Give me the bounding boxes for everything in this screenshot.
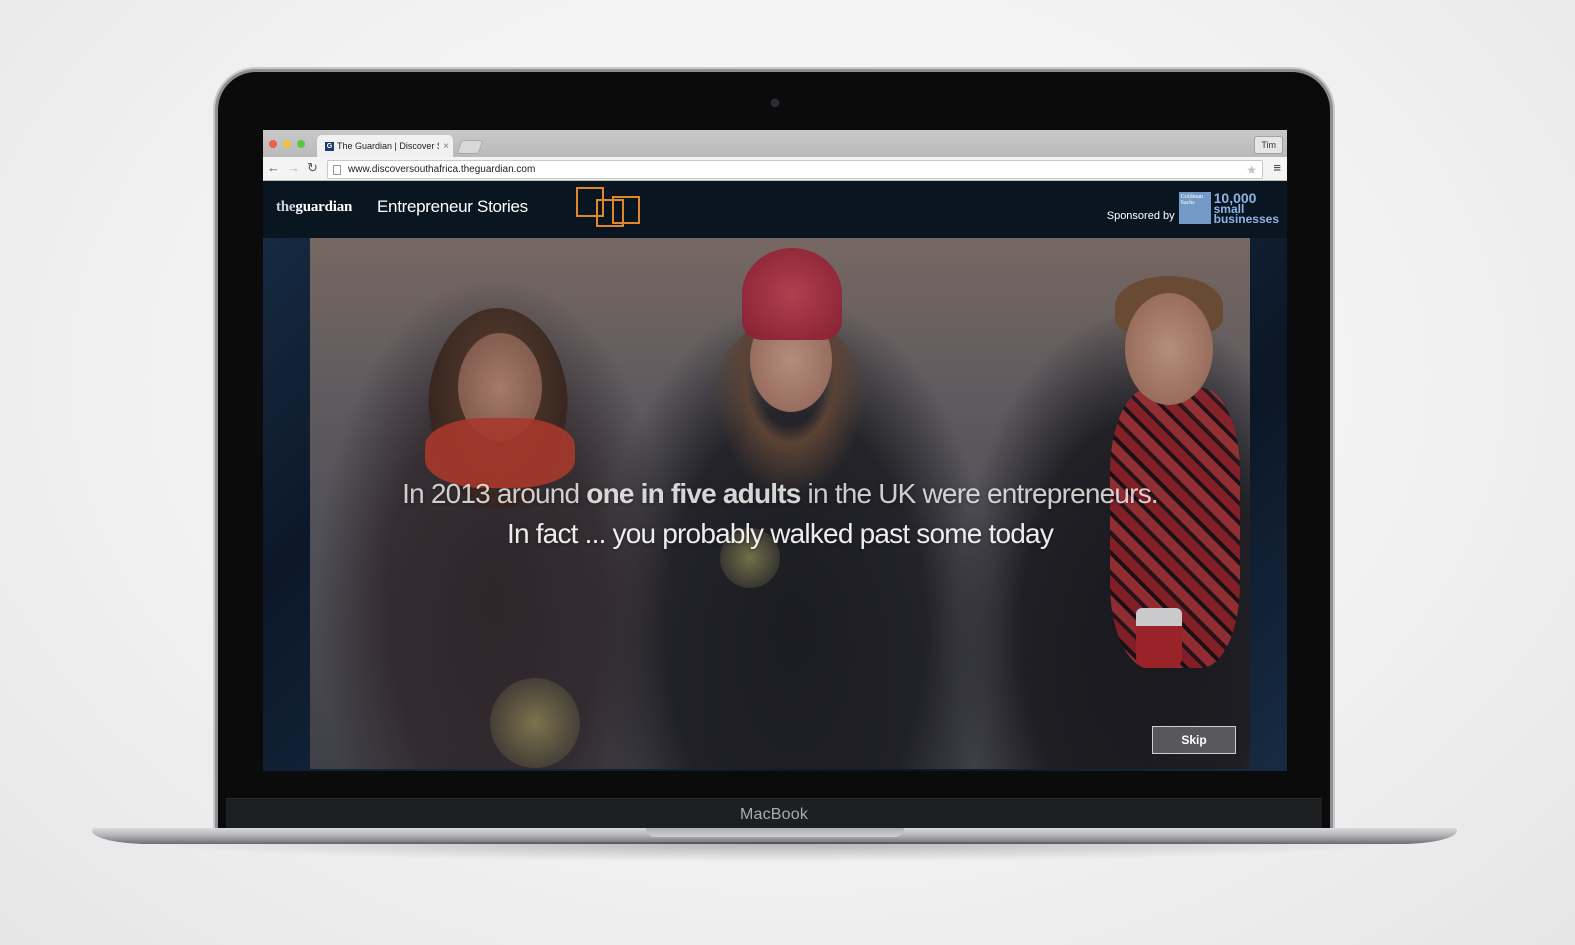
menu-icon[interactable]: ≡: [1273, 161, 1281, 175]
sponsor-line-3: businesses: [1213, 212, 1279, 226]
intro-video[interactable]: In 2013 around one in five adults in the…: [310, 238, 1250, 769]
page-icon: [333, 164, 341, 175]
browser-window: G The Guardian | Discover S × Tim ← → ↻ …: [263, 130, 1287, 771]
guardian-favicon-icon: G: [325, 141, 334, 151]
tab-bar: G The Guardian | Discover S × Tim: [263, 130, 1287, 157]
goldman-sachs-logo: Goldman Sachs: [1178, 192, 1211, 224]
url-text[interactable]: www.discoversouthafrica.theguardian.com: [348, 164, 1246, 175]
tab-title: The Guardian | Discover S: [337, 141, 439, 151]
macbook-label: MacBook: [739, 806, 809, 823]
caption-text: in the UK were entrepreneurs.: [800, 478, 1159, 509]
caption-emphasis: one in five adults: [586, 478, 801, 509]
close-window-button[interactable]: [269, 140, 277, 148]
video-caption-line-2: In fact ... you probably walked past som…: [506, 518, 1054, 549]
site-page: theguardian Entrepreneur Stories Sponsor…: [263, 181, 1287, 771]
browser-tab[interactable]: G The Guardian | Discover S ×: [317, 135, 453, 157]
maximize-window-button[interactable]: [297, 140, 305, 148]
laptop-hinge-notch: [646, 828, 904, 837]
sponsor-block[interactable]: Sponsored by Goldman Sachs 10,000 small …: [1106, 191, 1279, 226]
laptop-bezel: MacBook: [226, 798, 1322, 831]
star-icon[interactable]: ★: [1246, 163, 1257, 177]
browser-toolbar: ← → ↻ www.discoversouthafrica.theguardia…: [263, 157, 1287, 181]
video-caption-line-1: In 2013 around one in five adults in the…: [310, 478, 1250, 510]
address-bar[interactable]: www.discoversouthafrica.theguardian.com …: [327, 160, 1263, 179]
tab-close-icon[interactable]: ×: [439, 141, 453, 152]
section-title[interactable]: Entrepreneur Stories: [377, 197, 528, 217]
profile-button[interactable]: Tim: [1254, 136, 1283, 154]
new-tab-button[interactable]: [456, 140, 484, 154]
minimize-window-button[interactable]: [283, 140, 291, 148]
laptop-shadow: [140, 842, 1410, 862]
overlapping-boxes-logo-icon: [576, 187, 640, 227]
logo-guardian: guardian: [295, 199, 353, 215]
guardian-logo[interactable]: theguardian: [276, 199, 352, 216]
skip-button[interactable]: Skip: [1152, 726, 1236, 754]
back-arrow-icon[interactable]: ←: [267, 160, 280, 176]
webcam-icon: [771, 99, 779, 107]
logo-the: the: [276, 199, 296, 215]
sponsor-label: Sponsored by: [1106, 210, 1175, 222]
ten-thousand-small-businesses-logo: 10,000 small businesses: [1213, 191, 1279, 226]
site-header: theguardian Entrepreneur Stories Sponsor…: [263, 181, 1287, 238]
caption-text: In 2013 around: [402, 478, 587, 509]
reload-icon[interactable]: ↻: [307, 160, 318, 176]
forward-arrow-icon[interactable]: →: [287, 160, 300, 176]
